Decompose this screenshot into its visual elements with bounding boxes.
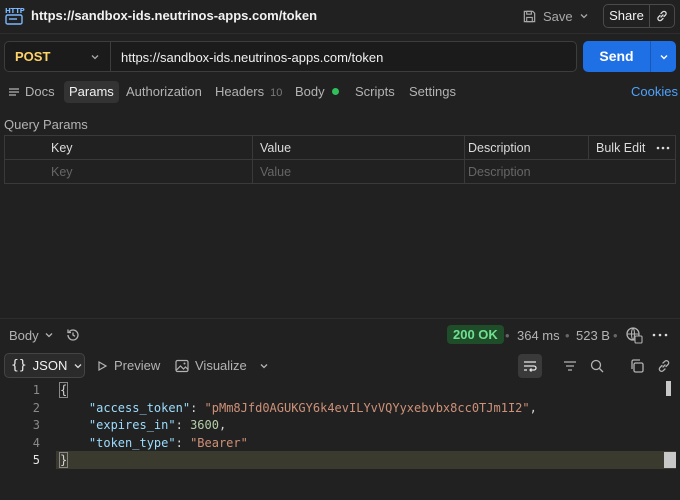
- format-select[interactable]: {} JSON: [4, 353, 85, 378]
- json-value: "Bearer": [190, 436, 248, 450]
- tab-label: Docs: [25, 84, 55, 99]
- tab-label: Body: [295, 84, 325, 99]
- tab-params[interactable]: Params: [64, 81, 119, 103]
- line-number: 4: [32, 436, 40, 450]
- column-header-description: Description: [468, 141, 531, 155]
- method-label: POST: [15, 49, 51, 64]
- pane-divider[interactable]: [0, 318, 680, 319]
- response-body-editor[interactable]: 1 { 2 "access_token": "pMm8Jfd0AGUKGY6k4…: [0, 380, 680, 500]
- send-options-chevron-icon[interactable]: [651, 41, 676, 72]
- query-params-title: Query Params: [4, 117, 88, 132]
- tab-label: Headers: [215, 84, 265, 99]
- save-label: Save: [543, 8, 573, 24]
- chevron-down-icon: [44, 330, 54, 340]
- tab-scripts[interactable]: Scripts: [355, 81, 395, 103]
- headers-count-badge: 10: [270, 87, 283, 99]
- code-line: }: [58, 452, 69, 468]
- tab-authorization[interactable]: Authorization: [126, 81, 202, 103]
- column-header-key: Key: [51, 141, 73, 155]
- code-line: {: [58, 382, 69, 398]
- description-input[interactable]: Description: [468, 160, 531, 184]
- status-badge[interactable]: 200 OK: [447, 325, 504, 344]
- share-group: Share: [603, 4, 675, 28]
- preview-label: Preview: [114, 358, 161, 373]
- tab-settings[interactable]: Settings: [409, 81, 456, 103]
- url-bar: POST https://sandbox-ids.neutrinos-apps.…: [4, 41, 577, 72]
- tab-body[interactable]: Body: [295, 81, 339, 103]
- code-line: "token_type": "Bearer": [88, 436, 248, 450]
- json-value: "pMm8Jfd0AGUKGY6k4evILYvVQYyxebvbx8cc0TJ…: [204, 401, 530, 415]
- cookies-link[interactable]: Cookies: [631, 84, 678, 99]
- preview-button[interactable]: Preview: [96, 358, 160, 373]
- title-bar: HTTP https://sandbox-ids.neutrinos-apps.…: [0, 0, 680, 34]
- scrollbar-thumb[interactable]: [666, 381, 671, 396]
- more-options-icon[interactable]: [656, 136, 670, 160]
- url-input[interactable]: https://sandbox-ids.neutrinos-apps.com/t…: [121, 50, 383, 65]
- close-brace: }: [58, 452, 69, 468]
- separator-dot: •: [505, 328, 510, 343]
- params-header-row: Key Value Description Bulk Edit: [5, 136, 675, 160]
- search-icon[interactable]: [588, 357, 606, 375]
- save-icon: [522, 9, 537, 24]
- response-time[interactable]: 364 ms: [517, 328, 560, 343]
- json-key: "access_token": [88, 401, 191, 415]
- body-status-dot: [331, 88, 339, 95]
- code-line: "expires_in": 3600,: [88, 418, 227, 432]
- save-button[interactable]: Save: [518, 4, 593, 28]
- response-size[interactable]: 523 B: [576, 328, 610, 343]
- column-header-value: Value: [260, 141, 292, 155]
- wrap-lines-icon[interactable]: [518, 354, 542, 378]
- braces-icon: {}: [11, 358, 27, 373]
- link-icon[interactable]: [655, 357, 673, 375]
- http-request-icon: HTTP: [4, 5, 26, 27]
- visualize-button[interactable]: Visualize: [175, 358, 269, 373]
- method-select[interactable]: POST: [5, 42, 111, 71]
- tab-docs[interactable]: Docs: [8, 81, 55, 103]
- json-key: "token_type": [88, 436, 176, 450]
- separator-dot: •: [565, 328, 570, 343]
- history-icon[interactable]: [65, 327, 81, 343]
- request-title: https://sandbox-ids.neutrinos-apps.com/t…: [31, 8, 318, 23]
- open-brace: {: [58, 382, 69, 398]
- bulk-edit-button[interactable]: Bulk Edit: [596, 136, 645, 160]
- share-button[interactable]: Share: [604, 5, 650, 27]
- scrollbar-thumb[interactable]: [664, 452, 676, 468]
- tab-headers[interactable]: Headers 10: [215, 81, 282, 103]
- line-number: 1: [32, 383, 40, 397]
- json-key: "expires_in": [88, 418, 176, 432]
- response-view-dropdown[interactable]: Body: [9, 327, 81, 343]
- format-label: JSON: [32, 358, 68, 373]
- copy-icon[interactable]: [628, 357, 646, 375]
- dropdown-label: Body: [9, 327, 39, 343]
- json-value: 3600: [190, 418, 219, 432]
- line-number: 2: [32, 401, 40, 415]
- image-icon: [175, 359, 189, 373]
- send-button[interactable]: Send: [583, 41, 651, 72]
- key-input[interactable]: Key: [51, 160, 73, 184]
- params-table: Key Value Description Bulk Edit Key Valu…: [4, 135, 676, 184]
- filter-icon[interactable]: [561, 357, 579, 375]
- line-number: 3: [32, 418, 40, 432]
- more-options-icon[interactable]: [651, 327, 669, 343]
- chevron-down-icon[interactable]: [579, 11, 589, 21]
- docs-icon: [8, 86, 20, 98]
- copy-link-icon[interactable]: [650, 5, 674, 27]
- chevron-down-icon[interactable]: [259, 361, 269, 371]
- network-info-icon[interactable]: [625, 326, 643, 344]
- line-number: 5: [32, 453, 40, 467]
- value-input[interactable]: Value: [260, 160, 291, 184]
- chevron-down-icon: [73, 361, 83, 371]
- params-empty-row: Key Value Description: [5, 160, 675, 184]
- separator-dot: •: [613, 328, 618, 343]
- play-icon: [96, 360, 108, 372]
- code-line: "access_token": "pMm8Jfd0AGUKGY6k4evILYv…: [88, 401, 537, 415]
- chevron-down-icon: [90, 52, 100, 62]
- visualize-label: Visualize: [195, 358, 247, 373]
- send-button-group: Send: [583, 41, 676, 72]
